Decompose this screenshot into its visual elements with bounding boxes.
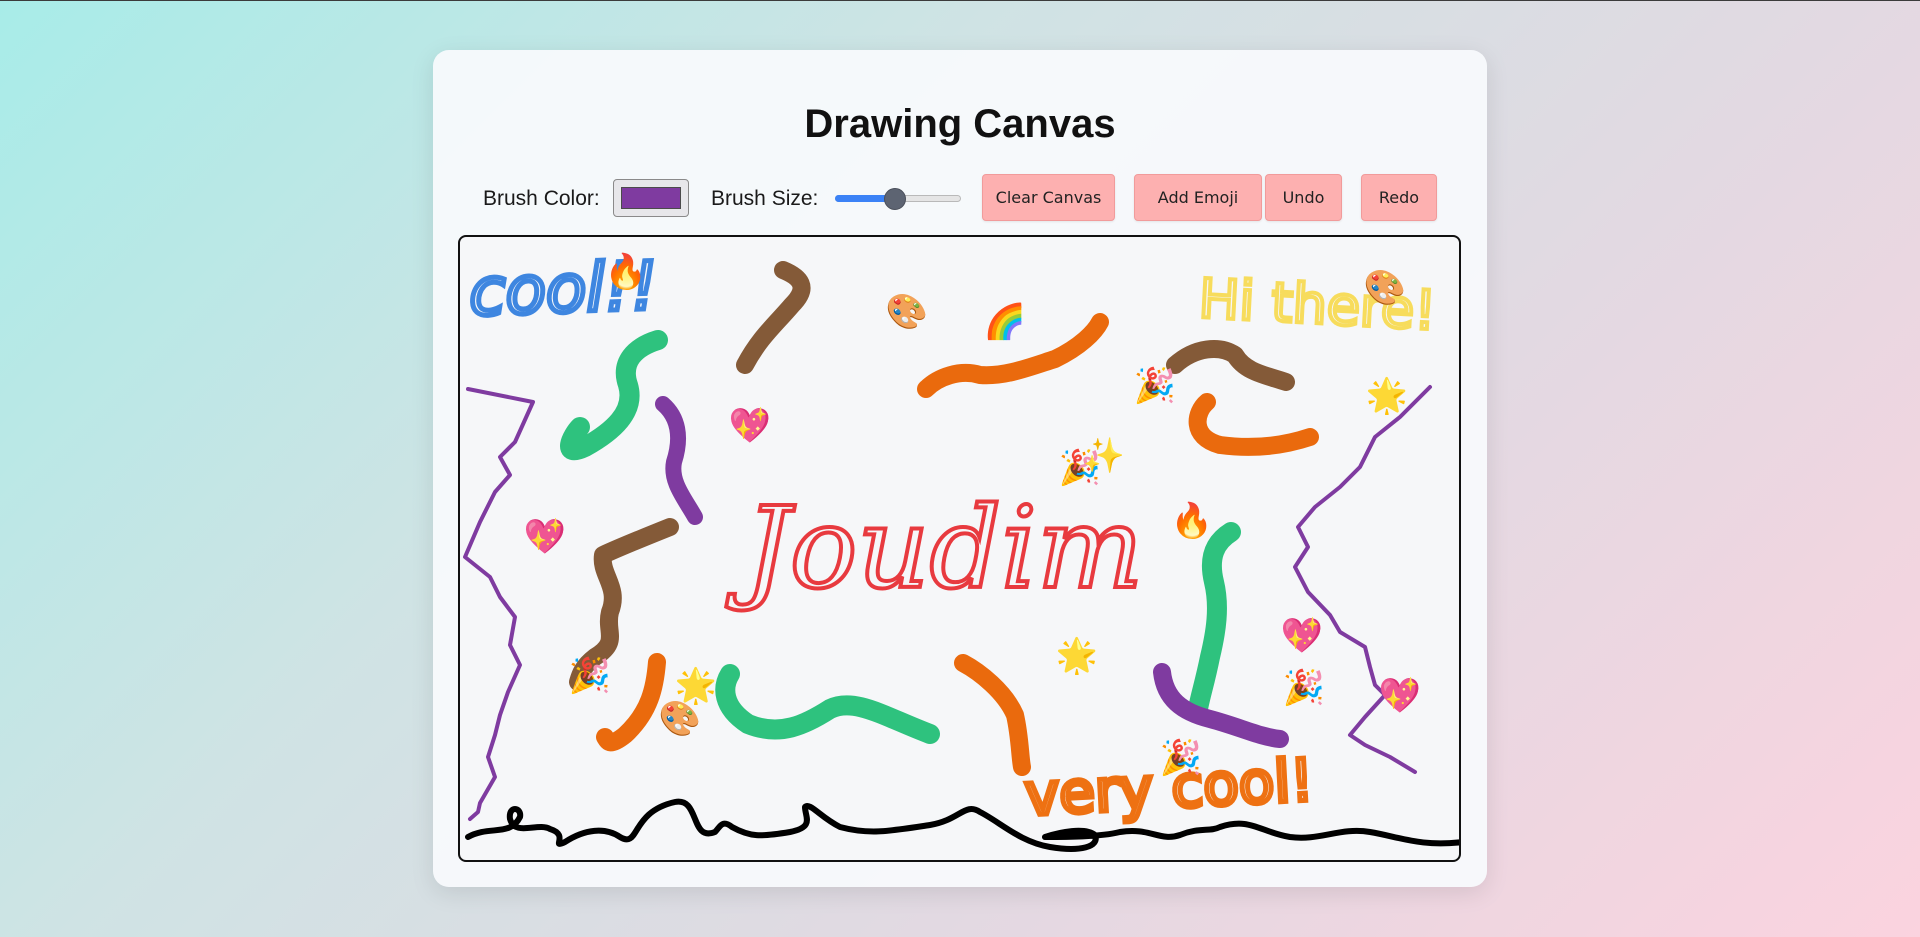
- brush-color-picker[interactable]: [613, 179, 689, 217]
- heart-icon: 💖: [524, 517, 567, 557]
- stroke-orange-3: [596, 653, 666, 752]
- drawing-canvas[interactable]: cool!! Hi there! Joudim very cool! 🔥 🎨 🌈…: [458, 235, 1461, 862]
- canvas-artwork: cool!! Hi there! Joudim very cool! 🔥 🎨 🌈…: [463, 245, 1459, 852]
- fire-icon: 🔥: [1171, 501, 1213, 541]
- rainbow-icon: 🌈: [984, 301, 1026, 342]
- stroke-green-2: [715, 664, 940, 744]
- stroke-purple-2: [1153, 663, 1289, 748]
- stroke-green-1: [560, 330, 668, 461]
- stroke-purple-zigzag-left: [463, 387, 535, 821]
- stroke-purple-1: [655, 396, 703, 525]
- heart-icon: 💖: [1281, 616, 1324, 656]
- star-icon: 🌟: [1056, 636, 1098, 676]
- fire-icon: 🔥: [605, 252, 647, 292]
- clear-canvas-button[interactable]: Clear Canvas: [982, 174, 1115, 221]
- heart-icon: 💖: [729, 406, 772, 446]
- stroke-orange-2: [1188, 393, 1319, 456]
- text-joudim: Joudim: [726, 484, 1143, 614]
- party-popper-icon: 🎉: [1160, 738, 1202, 778]
- party-popper-icon: 🎉: [569, 656, 611, 696]
- party-popper-icon: 🎉: [1283, 668, 1325, 708]
- star-icon: 🌟: [1366, 376, 1408, 416]
- stroke-orange-4: [954, 654, 1031, 776]
- palette-icon: 🎨: [1364, 267, 1406, 308]
- brush-size-label: Brush Size:: [711, 187, 819, 210]
- brush-size-slider[interactable]: [835, 188, 961, 210]
- palette-icon: 🎨: [886, 291, 928, 332]
- redo-button[interactable]: Redo: [1361, 174, 1437, 221]
- brush-size-thumb[interactable]: [884, 188, 907, 210]
- brush-color-swatch: [621, 187, 681, 209]
- drawing-card: Drawing Canvas Brush Color: Brush Size: …: [433, 50, 1487, 887]
- undo-button[interactable]: Undo: [1265, 174, 1342, 221]
- heart-icon: 💖: [1379, 676, 1422, 716]
- stroke-brown-1: [736, 261, 811, 374]
- sparkles-icon: ✨: [1083, 436, 1125, 476]
- stroke-brown-3: [1166, 340, 1295, 391]
- toolbar: Brush Color: Brush Size: Clear Canvas Ad…: [433, 174, 1487, 224]
- brush-color-label: Brush Color:: [483, 187, 600, 210]
- party-popper-icon: 🎉: [1134, 366, 1176, 406]
- stroke-green-3: [1188, 522, 1241, 719]
- add-emoji-button[interactable]: Add Emoji: [1134, 174, 1262, 221]
- window-top-border: [0, 0, 1920, 1]
- palette-icon: 🎨: [659, 698, 701, 739]
- page-title: Drawing Canvas: [804, 102, 1116, 146]
